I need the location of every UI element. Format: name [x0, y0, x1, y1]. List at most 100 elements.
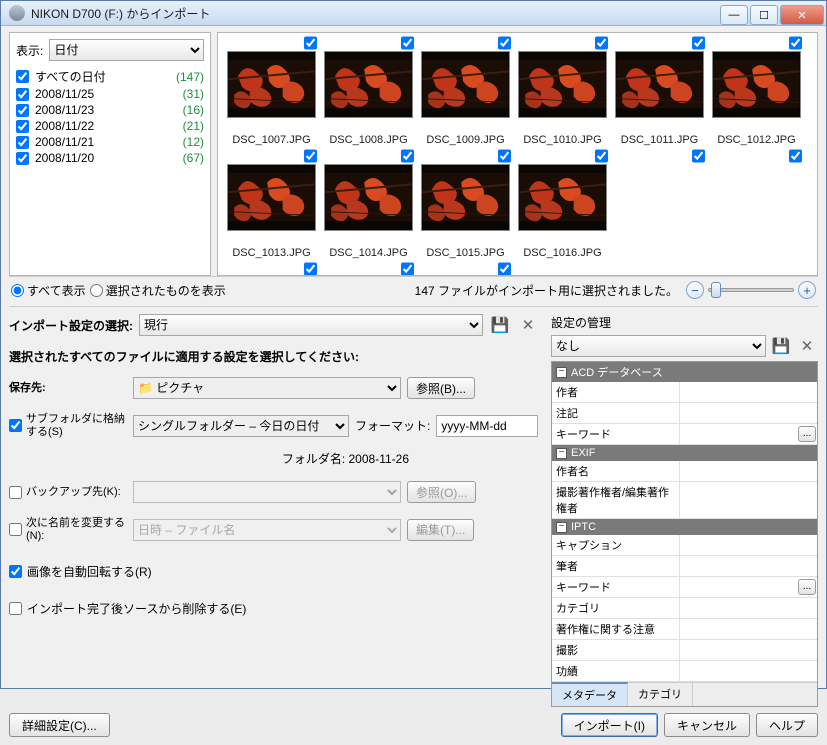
delete-after-checkbox[interactable] [9, 602, 22, 615]
thumbnail-filename: DSC_1011.JPG [621, 134, 698, 146]
thumbnail-checkbox[interactable] [692, 35, 705, 51]
keyword2-browse-button[interactable]: ... [798, 579, 816, 595]
meta-section-exif[interactable]: −EXIF [552, 445, 817, 461]
dest-select[interactable]: 📁 ピクチャ [133, 377, 401, 399]
thumbnail-checkbox[interactable] [789, 35, 802, 51]
thumbnail-image[interactable] [227, 164, 316, 231]
date-row[interactable]: 2008/11/22(21) [16, 118, 204, 134]
subfolder-checkbox[interactable] [9, 419, 22, 432]
date-row[interactable]: すべての日付(147) [16, 67, 204, 86]
thumbnail-item[interactable]: DSC_1011.JPG [612, 35, 707, 146]
app-icon [9, 5, 25, 21]
zoom-out-button[interactable]: − [686, 281, 704, 299]
import-settings-label: インポート設定の選択: [9, 317, 133, 334]
date-row[interactable]: 2008/11/23(16) [16, 102, 204, 118]
thumbnail-checkbox[interactable] [304, 261, 317, 276]
thumbnail-image[interactable] [324, 51, 413, 118]
minimize-button[interactable]: — [720, 5, 748, 25]
thumbnail-filename: DSC_1012.JPG [717, 134, 795, 146]
date-row[interactable]: 2008/11/20(67) [16, 150, 204, 166]
display-select[interactable]: 日付 [49, 39, 204, 61]
thumbnail-checkbox[interactable] [304, 35, 317, 51]
thumbnail-item[interactable]: DSC_1007.JPG [224, 35, 319, 146]
thumbnail-filename: DSC_1016.JPG [523, 247, 601, 259]
radio-show-all[interactable]: すべて表示 [11, 282, 86, 299]
thumbnail-image[interactable] [712, 51, 801, 118]
meta-section-iptc[interactable]: −IPTC [552, 519, 817, 535]
date-row[interactable]: 2008/11/21(12) [16, 134, 204, 150]
thumbnail-filename: DSC_1014.JPG [329, 247, 407, 259]
folder-name-row: フォルダ名: 2008-11-26 [9, 450, 539, 467]
thumbnail-image[interactable] [518, 51, 607, 118]
thumbnail-filename: DSC_1013.JPG [232, 247, 310, 259]
rename-checkbox[interactable] [9, 523, 22, 536]
date-filter-panel: 表示: 日付 すべての日付(147)2008/11/25(31)2008/11/… [9, 32, 211, 276]
thumbnail-item[interactable]: DSC_1008.JPG [321, 35, 416, 146]
status-row: すべて表示 選択されたものを表示 147 ファイルがインポート用に選択されました… [9, 276, 818, 303]
subfolder-select[interactable]: シングルフォルダー – 今日の日付 [133, 415, 349, 437]
apply-section-title: 選択されたすべてのファイルに適用する設定を選択してください: [9, 348, 539, 365]
thumbnail-item[interactable]: DSC_1009.JPG [418, 35, 513, 146]
meta-section-acd[interactable]: −ACD データベース [552, 362, 817, 382]
thumbnail-filename: DSC_1008.JPG [329, 134, 407, 146]
maximize-button[interactable]: ☐ [750, 5, 778, 25]
thumbnail-image[interactable] [615, 51, 704, 118]
radio-show-selected[interactable]: 選択されたものを表示 [90, 282, 226, 299]
import-dialog: NIKON D700 (F:) からインポート — ☐ ✕ 表示: 日付 すべて… [0, 0, 827, 689]
delete-after-label: インポート完了後ソースから削除する(E) [27, 600, 246, 617]
save-settings-button[interactable]: 💾 [489, 314, 511, 336]
thumbnail-checkbox[interactable] [401, 35, 414, 51]
thumbnail-item[interactable]: DSC_1012.JPG [709, 35, 804, 146]
keyword-browse-button[interactable]: ... [798, 426, 816, 442]
zoom-slider[interactable] [708, 288, 794, 292]
import-button[interactable]: インポート(I) [561, 713, 658, 737]
backup-checkbox[interactable] [9, 486, 22, 499]
titlebar: NIKON D700 (F:) からインポート — ☐ ✕ [1, 1, 826, 26]
cancel-button[interactable]: キャンセル [664, 713, 750, 737]
rename-select: 日時 – ファイル名 [133, 519, 401, 541]
format-input[interactable] [436, 415, 538, 437]
auto-rotate-checkbox[interactable] [9, 565, 22, 578]
window-controls: — ☐ ✕ [720, 1, 826, 25]
dest-label: 保存先: [9, 382, 46, 395]
thumbnail-checkbox[interactable] [595, 35, 608, 51]
thumbnail-checkbox[interactable] [595, 148, 608, 164]
date-row[interactable]: 2008/11/25(31) [16, 86, 204, 102]
thumbnail-item[interactable]: DSC_1013.JPG [224, 148, 319, 259]
thumbnail-image[interactable] [421, 164, 510, 231]
thumbnail-checkbox[interactable] [789, 148, 802, 164]
thumbnail-checkbox[interactable] [401, 261, 414, 276]
settings-mgmt-save-button[interactable]: 💾 [770, 335, 792, 357]
thumbnail-item[interactable]: DSC_1010.JPG [515, 35, 610, 146]
backup-label: バックアップ先(K): [26, 486, 121, 499]
tab-metadata[interactable]: メタデータ [552, 682, 628, 706]
thumbnail-checkbox[interactable] [692, 148, 705, 164]
import-settings-select[interactable]: 現行 [139, 314, 483, 336]
thumbnail-checkbox[interactable] [498, 35, 511, 51]
thumbnail-filename: DSC_1009.JPG [426, 134, 504, 146]
thumbnail-image[interactable] [518, 164, 607, 231]
delete-settings-button[interactable]: ✕ [517, 314, 539, 336]
thumbnail-item[interactable]: DSC_1014.JPG [321, 148, 416, 259]
zoom-in-button[interactable]: + [798, 281, 816, 299]
tab-category[interactable]: カテゴリ [628, 683, 693, 706]
thumbnail-image[interactable] [324, 164, 413, 231]
thumbnail-image[interactable] [227, 51, 316, 118]
thumbnail-image[interactable] [421, 51, 510, 118]
thumbnail-checkbox[interactable] [498, 261, 511, 276]
help-button[interactable]: ヘルプ [756, 713, 818, 737]
thumbnail-checkbox[interactable] [498, 148, 511, 164]
window-title: NIKON D700 (F:) からインポート [31, 5, 720, 22]
dest-browse-button[interactable]: 参照(B)... [407, 377, 475, 399]
close-button[interactable]: ✕ [780, 5, 824, 25]
settings-mgmt-delete-button[interactable]: ✕ [796, 335, 818, 357]
thumbnail-item[interactable]: DSC_1016.JPG [515, 148, 610, 259]
advanced-button[interactable]: 詳細設定(C)... [9, 713, 110, 737]
status-message: 147 ファイルがインポート用に選択されました。 [226, 282, 686, 299]
settings-mgmt-select[interactable]: なし [551, 335, 766, 357]
thumbnail-item[interactable]: DSC_1015.JPG [418, 148, 513, 259]
auto-rotate-label: 画像を自動回転する(R) [27, 563, 152, 580]
thumbnail-checkbox[interactable] [304, 148, 317, 164]
thumbnail-checkbox[interactable] [401, 148, 414, 164]
thumbnail-panel[interactable]: DSC_1007.JPG DSC_1008.JPG DSC_1009.JPG DSC_… [217, 32, 818, 276]
